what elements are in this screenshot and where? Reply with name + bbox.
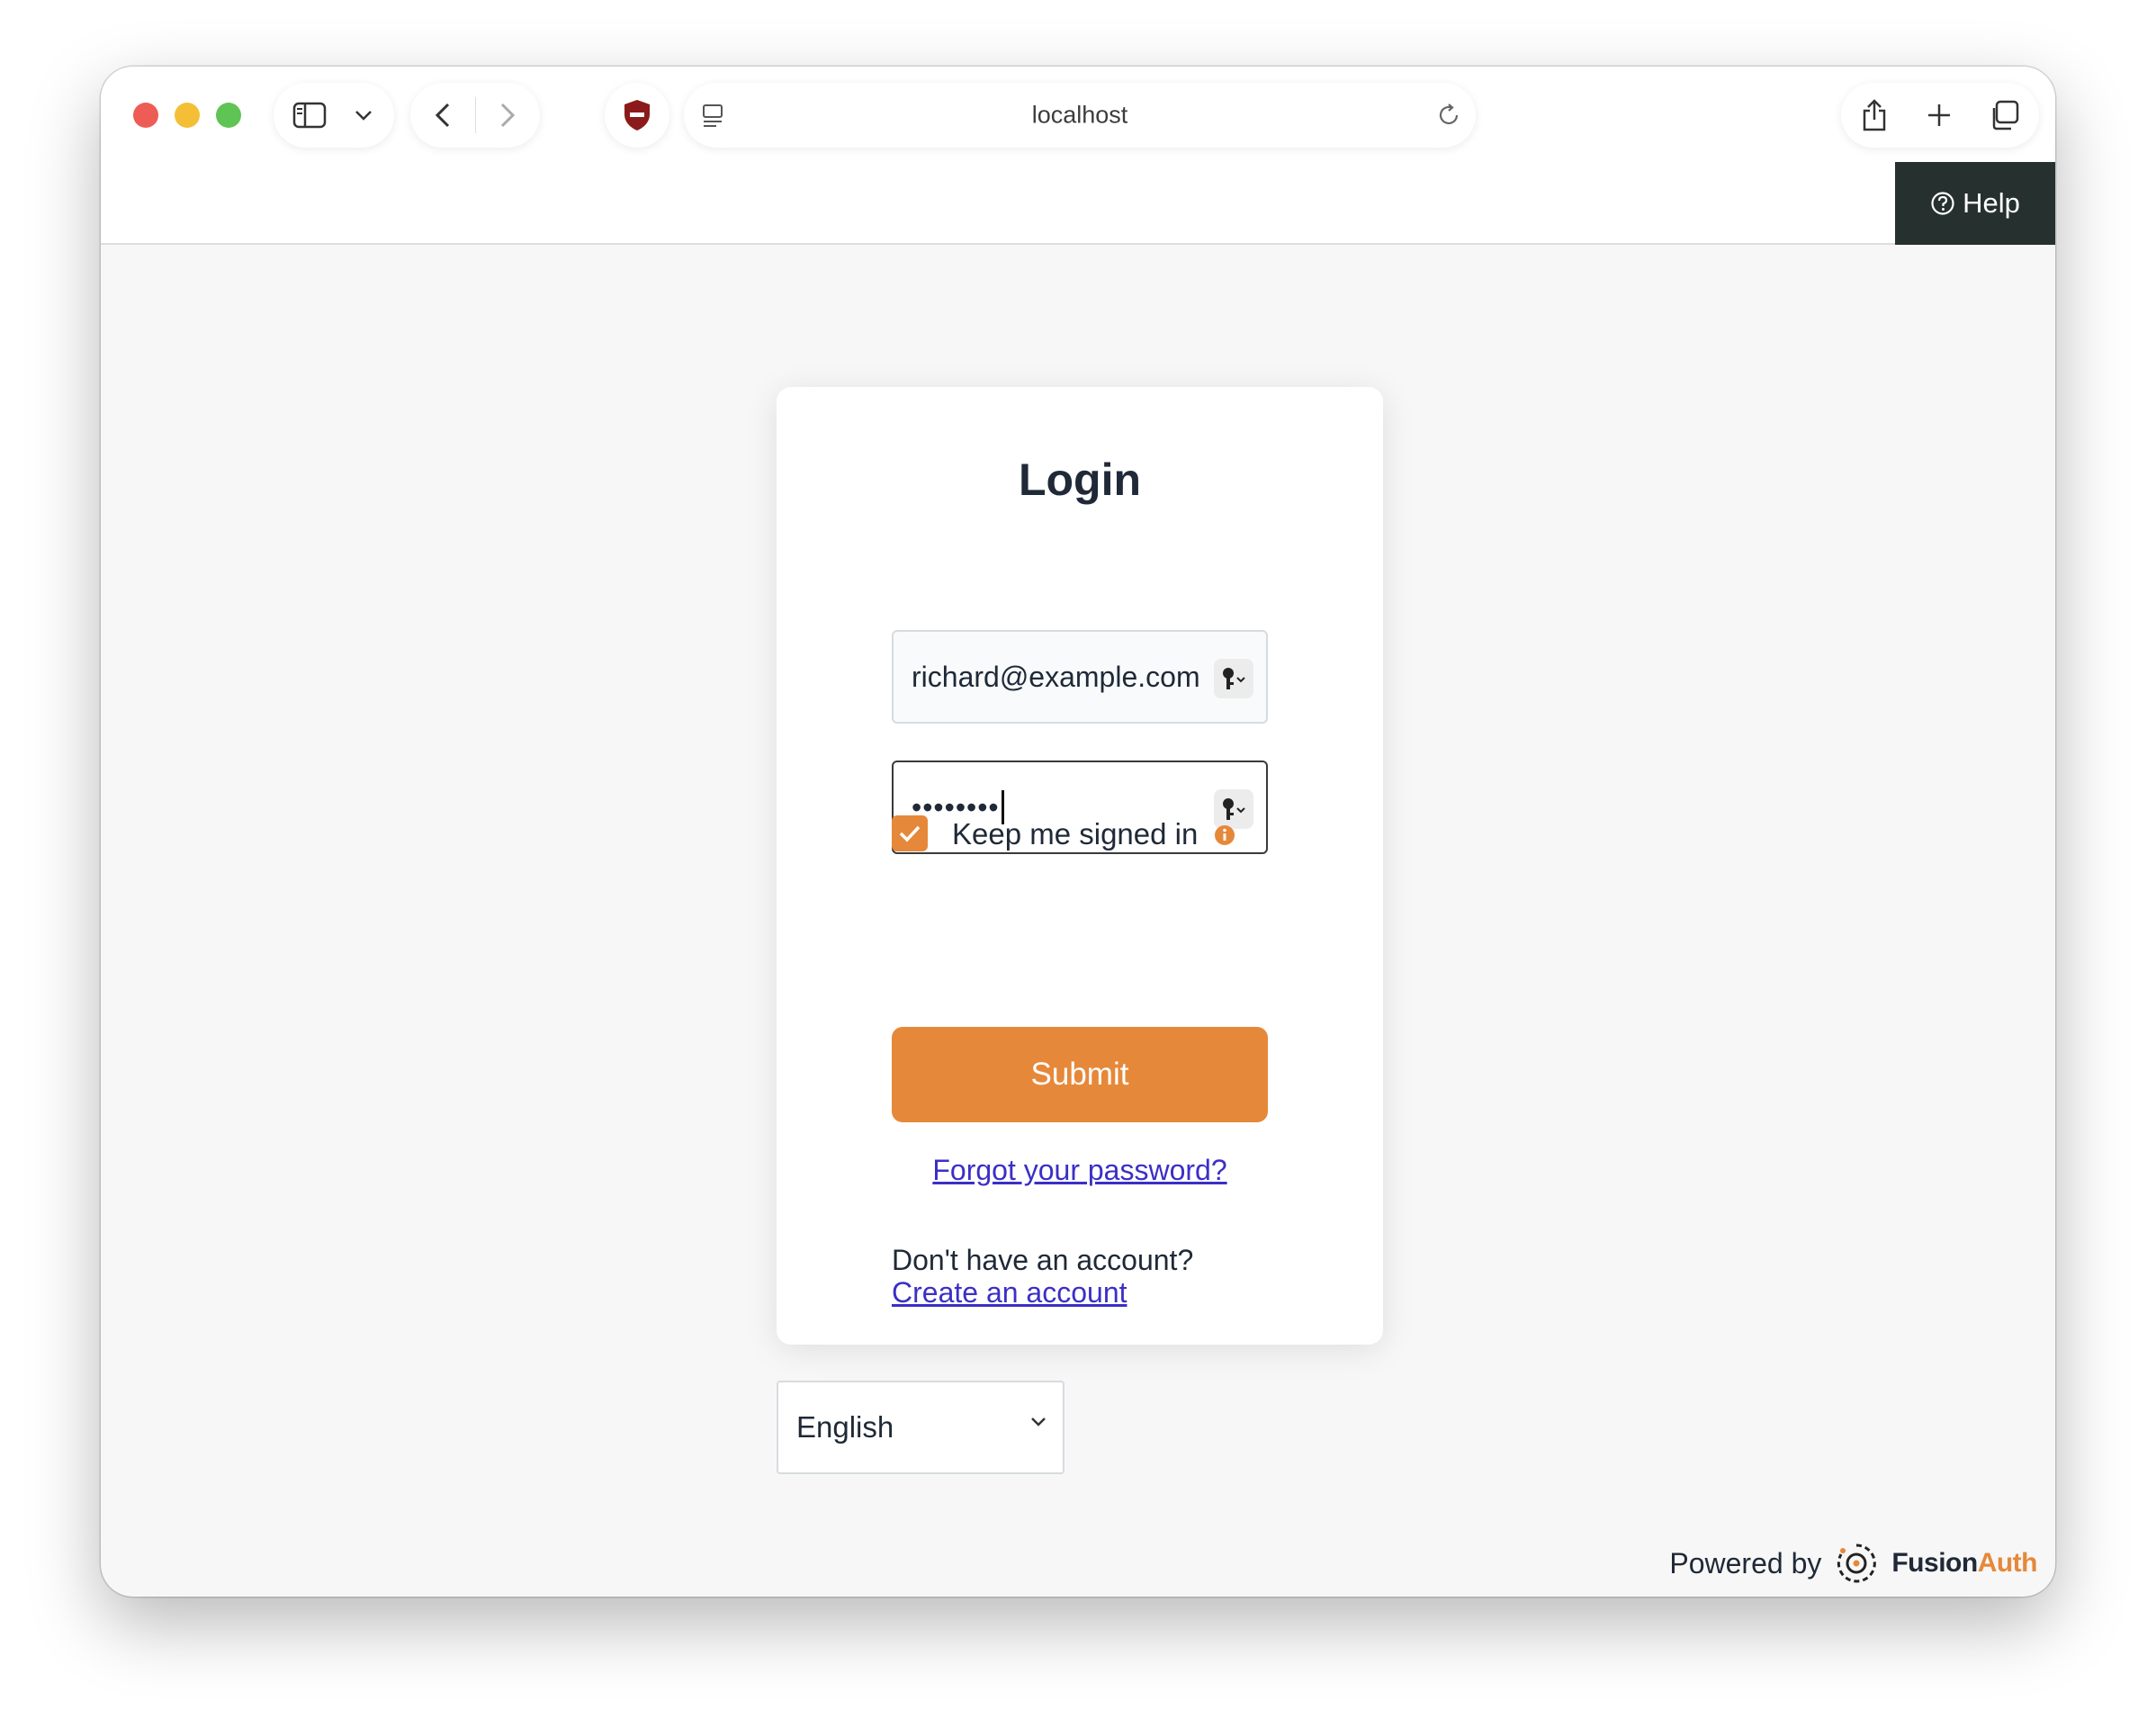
tab-overview-icon[interactable] xyxy=(1971,83,2037,148)
fusionauth-logo-icon xyxy=(1837,1544,1877,1583)
window-actions-group xyxy=(1841,83,2039,148)
reload-icon[interactable] xyxy=(1433,99,1465,131)
powered-by: Powered by FusionAuth xyxy=(1669,1541,2038,1586)
language-selected: English xyxy=(796,1410,894,1444)
no-account-text: Don't have an account? xyxy=(892,1244,1194,1276)
browser-window: localhost Help Login richard@example.com xyxy=(101,67,2055,1597)
close-window-button[interactable] xyxy=(133,103,158,128)
sidebar-icon[interactable] xyxy=(274,83,346,148)
fusionauth-wordmark[interactable]: FusionAuth xyxy=(1891,1548,2037,1579)
page-title: Login xyxy=(1018,454,1142,505)
browser-toolbar: localhost Help xyxy=(101,67,2055,245)
new-tab-icon[interactable] xyxy=(1908,83,1971,148)
back-arrow-icon[interactable] xyxy=(410,83,475,148)
navigation-group xyxy=(410,83,540,148)
key-icon[interactable] xyxy=(1214,659,1253,698)
help-label: Help xyxy=(1963,187,2020,219)
shield-icon[interactable] xyxy=(605,83,669,148)
email-value: richard@example.com xyxy=(912,660,1200,693)
sidebar-toggle-group xyxy=(274,83,394,148)
chevron-down-icon[interactable] xyxy=(346,83,382,148)
maximize-window-button[interactable] xyxy=(216,103,241,128)
language-select[interactable]: English xyxy=(777,1381,1065,1474)
forward-arrow-icon[interactable] xyxy=(476,83,539,148)
checkmark-icon xyxy=(899,825,921,842)
question-circle-icon xyxy=(1931,192,1954,215)
chevron-down-icon xyxy=(1031,1418,1046,1426)
url-text: localhost xyxy=(1031,101,1128,129)
address-bar[interactable]: localhost xyxy=(684,83,1476,148)
create-account-link[interactable]: Create an account xyxy=(892,1276,1127,1310)
keep-signed-in-checkbox[interactable] xyxy=(892,815,928,851)
forgot-password-link[interactable]: Forgot your password? xyxy=(777,1154,1383,1187)
submit-button[interactable]: Submit xyxy=(892,1027,1268,1122)
powered-by-text: Powered by xyxy=(1669,1546,1822,1580)
share-icon[interactable] xyxy=(1841,83,1908,148)
info-icon[interactable] xyxy=(1214,824,1235,846)
minimize-window-button[interactable] xyxy=(175,103,200,128)
login-card: Login richard@example.com •••••••• Keep … xyxy=(777,387,1383,1345)
email-field[interactable]: richard@example.com xyxy=(892,630,1268,724)
key-icon[interactable] xyxy=(1214,789,1253,829)
keep-signed-in-label: Keep me signed in xyxy=(952,817,1199,850)
help-button[interactable]: Help xyxy=(1895,162,2055,245)
reader-icon[interactable] xyxy=(696,99,729,131)
